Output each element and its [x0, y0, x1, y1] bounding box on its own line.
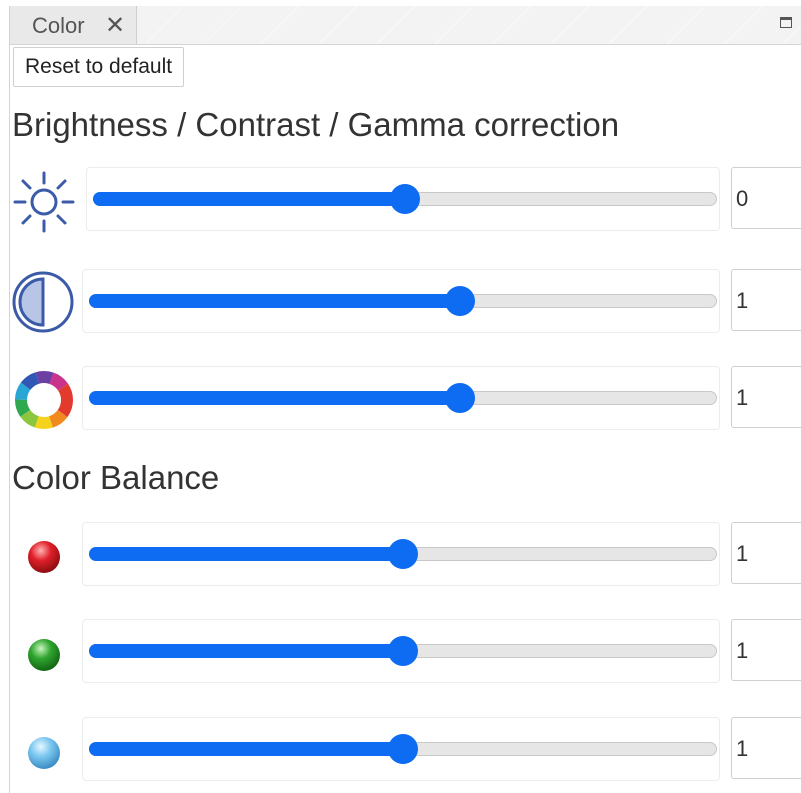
- slider-fill: [89, 294, 460, 308]
- tab-color[interactable]: Color ✕: [10, 6, 137, 44]
- brightness-value-input[interactable]: 0: [731, 167, 801, 229]
- slider-thumb[interactable]: [444, 286, 475, 316]
- section-title-color-balance: Color Balance: [12, 459, 220, 496]
- slider-row-green: 1: [10, 619, 801, 685]
- slider-fill: [93, 192, 405, 206]
- reset-to-default-button[interactable]: Reset to default: [13, 47, 185, 87]
- green-slider[interactable]: [82, 619, 720, 683]
- contrast-value-input[interactable]: 1: [731, 269, 801, 331]
- slider-thumb[interactable]: [388, 539, 418, 569]
- slider-row-gamma: 1: [10, 366, 801, 432]
- tab-label: Color: [32, 13, 85, 38]
- contrast-icon: [11, 269, 77, 335]
- slider-fill: [89, 742, 403, 756]
- brightness-sun-icon: [11, 167, 77, 233]
- slider-fill: [89, 644, 403, 658]
- blue-ball-icon: [11, 717, 77, 783]
- slider-thumb[interactable]: [388, 734, 418, 764]
- color-panel: Color ✕ Reset to default Brightness / Co…: [9, 6, 801, 793]
- section-title-bcg: Brightness / Contrast / Gamma correction: [12, 106, 620, 143]
- slider-row-red: 1: [10, 522, 801, 588]
- green-ball-icon: [11, 619, 77, 685]
- blue-value-input[interactable]: 1: [731, 717, 801, 779]
- contrast-slider[interactable]: [82, 269, 720, 333]
- slider-fill: [89, 391, 460, 405]
- blue-slider[interactable]: [82, 717, 720, 781]
- close-icon[interactable]: ✕: [105, 11, 125, 40]
- gamma-slider[interactable]: [82, 366, 720, 430]
- slider-thumb[interactable]: [388, 636, 418, 666]
- slider-row-blue: 1: [10, 717, 801, 783]
- red-slider[interactable]: [82, 522, 720, 586]
- color-wheel-icon: [11, 366, 77, 432]
- slider-thumb[interactable]: [390, 184, 420, 214]
- slider-fill: [89, 547, 403, 561]
- slider-thumb[interactable]: [444, 383, 475, 413]
- red-value-input[interactable]: 1: [731, 522, 801, 584]
- gamma-value-input[interactable]: 1: [731, 366, 801, 428]
- brightness-slider[interactable]: [86, 167, 720, 231]
- green-value-input[interactable]: 1: [731, 619, 801, 681]
- red-ball-icon: [11, 522, 77, 588]
- slider-row-contrast: 1: [10, 269, 801, 335]
- slider-row-brightness: 0: [10, 167, 801, 233]
- maximize-icon[interactable]: [780, 17, 792, 28]
- tab-bar: Color ✕: [10, 6, 801, 45]
